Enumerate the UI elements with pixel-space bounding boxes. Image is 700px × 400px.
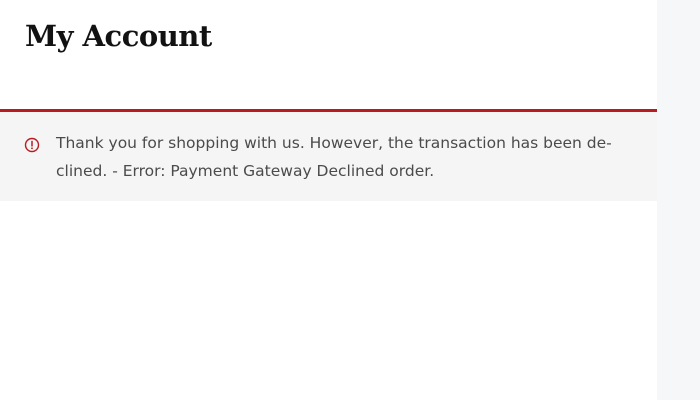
- error-message: Thank you for shopping with us. However,…: [56, 129, 616, 185]
- alert-circle-icon: [24, 137, 40, 153]
- error-message-line-2: clined. - Error: Payment Gateway Decline…: [56, 162, 435, 180]
- page: My Account Thank you for shopping with u…: [0, 0, 700, 400]
- main-content: My Account Thank you for shopping with u…: [0, 0, 657, 400]
- error-notice: Thank you for shopping with us. However,…: [0, 109, 657, 201]
- right-sidebar: [657, 0, 700, 400]
- page-title: My Account: [25, 19, 212, 53]
- error-message-line-1: Thank you for shopping with us. However,…: [56, 134, 612, 152]
